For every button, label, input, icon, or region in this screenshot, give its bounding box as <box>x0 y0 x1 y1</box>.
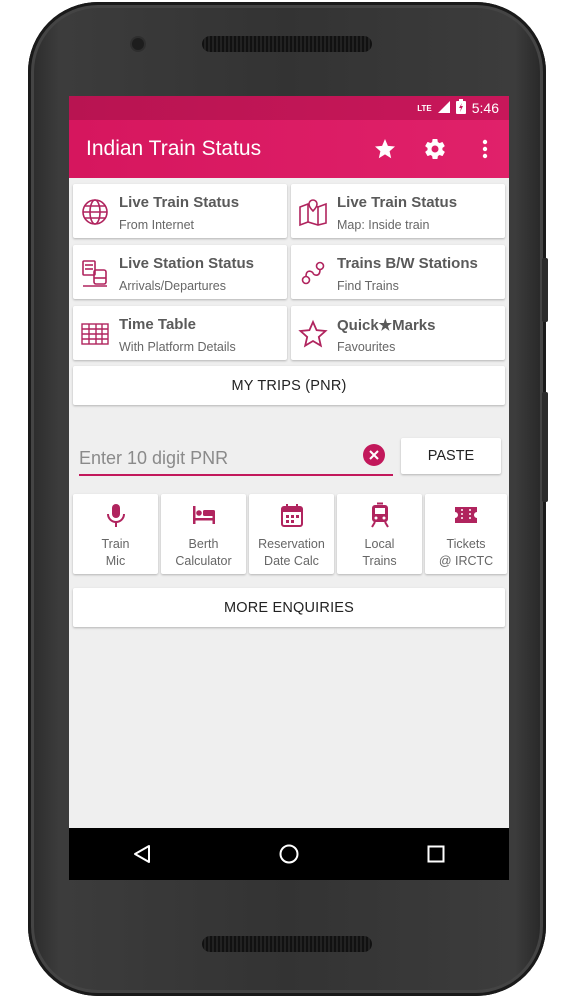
route-icon <box>301 261 325 285</box>
paste-button[interactable]: PASTE <box>401 438 501 474</box>
overflow-menu-icon[interactable] <box>461 125 509 173</box>
gear-icon[interactable] <box>411 125 459 173</box>
tile-live-train-status-internet[interactable]: Live Train Status From Internet <box>73 184 287 238</box>
train-icon <box>371 502 389 528</box>
enquiry-train-mic[interactable]: Train Mic <box>73 494 158 574</box>
enquiry-label: Tickets @ IRCTC <box>438 537 494 568</box>
microphone-icon <box>107 504 125 527</box>
main-content: Live Train Status From Internet Live Tra… <box>69 178 509 828</box>
station-board-icon <box>82 260 107 287</box>
globe-icon <box>82 199 108 225</box>
clear-icon[interactable] <box>363 444 385 466</box>
screen: LTE 5:46 Indian Train Status Live Train … <box>69 96 509 880</box>
app-toolbar: Indian Train Status <box>69 120 509 178</box>
system-nav-bar <box>69 828 509 880</box>
bed-icon <box>193 506 215 524</box>
signal-icon <box>437 100 450 116</box>
tile-title: Live Station Status <box>119 255 255 272</box>
enquiry-tickets-irctc[interactable]: Tickets @ IRCTC <box>425 494 507 574</box>
my-trips-button[interactable]: MY TRIPS (PNR) <box>73 366 505 405</box>
clock: 5:46 <box>471 100 499 116</box>
enquiry-local-trains[interactable]: Local Trains <box>337 494 422 574</box>
tile-subtitle: Find Trains <box>337 279 399 293</box>
tile-title: Trains B/W Stations <box>337 255 478 272</box>
star-icon[interactable] <box>361 125 409 173</box>
more-enquiries-button[interactable]: MORE ENQUIRIES <box>73 588 505 627</box>
tile-title: Time Table <box>119 316 196 333</box>
front-camera <box>132 38 144 50</box>
tile-live-train-status-map[interactable]: Live Train Status Map: Inside train <box>291 184 505 238</box>
timetable-icon <box>81 323 109 345</box>
tile-subtitle: Map: Inside train <box>337 218 430 232</box>
app-title: Indian Train Status <box>86 137 262 160</box>
calendar-icon <box>281 504 303 527</box>
enquiry-label: Reservation Date Calc <box>258 537 325 568</box>
ticket-icon <box>455 507 477 523</box>
enquiry-label: Berth Calculator <box>175 537 232 568</box>
tile-subtitle: From Internet <box>119 218 195 232</box>
enquiry-berth-calculator[interactable]: Berth Calculator <box>161 494 246 574</box>
home-icon[interactable] <box>259 834 319 874</box>
power-button <box>542 392 548 502</box>
bottom-speaker <box>202 936 372 952</box>
back-icon[interactable] <box>112 834 172 874</box>
battery-icon <box>455 99 466 117</box>
tile-title: Live Train Status <box>119 194 240 211</box>
tile-subtitle: With Platform Details <box>119 340 236 354</box>
tile-trains-between-stations[interactable]: Trains B/W Stations Find Trains <box>291 245 505 299</box>
pnr-input[interactable]: Enter 10 digit PNR <box>79 440 393 476</box>
tile-title: Live Train Status <box>337 194 458 211</box>
map-icon <box>299 199 327 227</box>
enquiry-label: Train Mic <box>101 537 130 568</box>
status-bar: LTE 5:46 <box>69 96 509 120</box>
volume-button <box>542 258 548 322</box>
tile-time-table[interactable]: Time Table With Platform Details <box>73 306 287 360</box>
recents-icon[interactable] <box>406 834 466 874</box>
star-outline-icon <box>298 319 328 348</box>
tile-quickmarks[interactable]: Quick★Marks Favourites <box>291 306 505 360</box>
tile-title: Quick★Marks <box>337 317 436 334</box>
tile-subtitle: Arrivals/Departures <box>119 279 226 293</box>
top-speaker <box>202 36 372 52</box>
tile-subtitle: Favourites <box>337 340 396 354</box>
tile-live-station-status[interactable]: Live Station Status Arrivals/Departures <box>73 245 287 299</box>
enquiry-reservation-date[interactable]: Reservation Date Calc <box>249 494 334 574</box>
network-type: LTE <box>417 103 432 113</box>
enquiry-label: Local Trains <box>362 537 397 568</box>
